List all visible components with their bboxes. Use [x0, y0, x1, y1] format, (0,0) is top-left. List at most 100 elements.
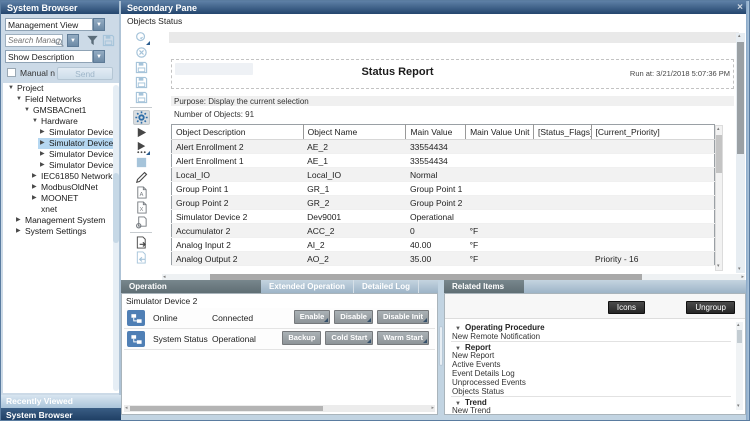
enable-button[interactable]: Enable: [294, 310, 331, 324]
tree-item-management-system[interactable]: ▶Management System: [3, 215, 119, 226]
report-scrollbar-thumb[interactable]: [737, 42, 744, 154]
related-items-scrollbar[interactable]: ▴ ▾: [736, 322, 743, 410]
tree-scrollbar-thumb[interactable]: [113, 173, 119, 243]
tree-item-hardware[interactable]: ▼Hardware: [3, 116, 119, 127]
scroll-down-icon[interactable]: ▾: [717, 264, 720, 269]
tree-expander-icon[interactable]: ▼: [16, 94, 25, 105]
related-item-new-trend[interactable]: New Trend: [451, 406, 731, 415]
tree-expander-icon[interactable]: ▶: [32, 182, 41, 193]
scroll-right-icon[interactable]: ▸: [431, 405, 434, 412]
warm-start-button[interactable]: Warm Start: [377, 331, 429, 345]
run-options-icon[interactable]: [133, 140, 150, 155]
related-group-operating-procedure[interactable]: ▼Operating Procedure: [451, 322, 731, 332]
related-items-circle-icon[interactable]: [133, 30, 150, 45]
related-item-new-report[interactable]: New Report: [451, 351, 731, 360]
report-row-simulator-device-2[interactable]: Simulator Device 2Dev9001Operational: [172, 210, 715, 224]
scroll-down-icon[interactable]: ▾: [737, 404, 740, 409]
secondary-pane-titlebar[interactable]: Secondary Pane ×: [121, 1, 750, 14]
tree-expander-icon[interactable]: ▶: [40, 160, 49, 171]
run-report-icon[interactable]: [133, 125, 150, 140]
tree-item-simulator-device-2[interactable]: ▶Simulator Device 2: [3, 138, 119, 149]
tree-item-simulator-device-50[interactable]: ▶Simulator Device 50: [3, 149, 119, 160]
table-scrollbar-thumb[interactable]: [716, 135, 722, 173]
tree-expander-icon[interactable]: ▶: [40, 127, 49, 138]
save-as-icon[interactable]: [133, 75, 150, 90]
stop-icon[interactable]: [133, 155, 150, 170]
management-view-dropdown-arrow-icon[interactable]: ▼: [93, 18, 105, 31]
report-row-analog-input-2[interactable]: Analog Input 2AI_240.00°F: [172, 238, 715, 252]
objects-status-tab[interactable]: Objects Status: [127, 16, 182, 26]
tree-expander-icon[interactable]: ▶: [16, 226, 25, 237]
report-row-alert-enrollment-1[interactable]: Alert Enrollment 1AE_133554434: [172, 154, 715, 168]
save-all-icon[interactable]: [133, 90, 150, 105]
operation-hscrollbar-thumb[interactable]: [130, 406, 323, 411]
tree-expander-icon[interactable]: ▼: [24, 105, 33, 116]
tree-item-modbusoldnet[interactable]: ▶ModbusOldNet: [3, 182, 119, 193]
tree-item-field-networks[interactable]: ▼Field Networks: [3, 94, 119, 105]
scroll-up-icon[interactable]: ▴: [738, 34, 741, 39]
icons-button[interactable]: Icons: [608, 301, 645, 314]
tree-expander-icon[interactable]: ▶: [32, 171, 41, 182]
recently-viewed-bar[interactable]: Recently Viewed: [1, 395, 121, 408]
related-item-unprocessed-events[interactable]: Unprocessed Events: [451, 378, 731, 387]
tree-item-iec61850-network1[interactable]: ▶IEC61850 Network1: [3, 171, 119, 182]
report-row-group-point-2[interactable]: Group Point 2GR_2Group Point 2: [172, 196, 715, 210]
show-description-dropdown[interactable]: Show Description: [5, 50, 93, 63]
disable-button[interactable]: Disable: [334, 310, 373, 324]
tab-related-items[interactable]: Related Items: [444, 280, 524, 293]
manual-checkbox[interactable]: [7, 68, 16, 77]
tree-item-moonet[interactable]: ▶MOONET: [3, 193, 119, 204]
related-items-scrollbar-thumb[interactable]: [737, 330, 742, 343]
related-item-new-remote-notification[interactable]: New Remote Notification: [451, 332, 731, 341]
save-filter-icon[interactable]: [102, 34, 115, 47]
cold-start-button[interactable]: Cold Start: [325, 331, 373, 345]
report-row-group-point-1[interactable]: Group Point 1GR_1Group Point 1: [172, 182, 715, 196]
related-item-active-events[interactable]: Active Events: [451, 360, 731, 369]
save-icon[interactable]: [133, 60, 150, 75]
related-group-report[interactable]: ▼Report: [451, 341, 731, 351]
system-browser-bottom-bar[interactable]: System Browser: [1, 408, 121, 421]
related-group-trend[interactable]: ▼Trend: [451, 396, 731, 406]
panel-splitter-handle[interactable]: [439, 326, 443, 366]
tree-item-gmsbacnet1[interactable]: ▼GMSBACnet1: [3, 105, 119, 116]
settings-gear-icon[interactable]: [133, 110, 150, 125]
ungroup-button[interactable]: Ungroup: [686, 301, 735, 314]
tree-item-simulator-device-1[interactable]: ▶Simulator Device 1: [3, 127, 119, 138]
tree-item-xnet[interactable]: xnet: [3, 204, 119, 215]
related-item-event-details-log[interactable]: Event Details Log: [451, 369, 731, 378]
report-vertical-scrollbar[interactable]: ▴ ▾: [736, 33, 745, 273]
send-button[interactable]: Send: [57, 67, 113, 80]
tab-operation[interactable]: Operation: [121, 280, 261, 293]
tree-item-simulator-device-100[interactable]: ▶Simulator Device 100: [3, 160, 119, 171]
cancel-icon[interactable]: [133, 45, 150, 60]
filter-funnel-icon[interactable]: [86, 34, 99, 47]
tab-extended-operation[interactable]: Extended Operation: [261, 280, 354, 293]
management-view-dropdown[interactable]: Management View: [5, 18, 93, 31]
scroll-up-icon[interactable]: ▴: [717, 127, 720, 132]
report-row-local-io[interactable]: Local_IOLocal_IONormal: [172, 168, 715, 182]
table-vertical-scrollbar[interactable]: ▴ ▾: [715, 125, 723, 271]
tree-expander-icon[interactable]: ▶: [40, 138, 49, 149]
scroll-up-icon[interactable]: ▴: [737, 323, 740, 328]
report-row-accumulator-2[interactable]: Accumulator 2ACC_20°F: [172, 224, 715, 238]
import-icon[interactable]: [133, 250, 150, 265]
report-row-analog-output-2[interactable]: Analog Output 2AO_235.00°FPriority - 16: [172, 252, 715, 266]
export-pdf-icon[interactable]: A: [133, 185, 150, 200]
system-browser-titlebar[interactable]: System Browser: [1, 1, 119, 14]
close-icon[interactable]: ×: [737, 1, 743, 14]
tree-item-project[interactable]: ▼Project: [3, 83, 119, 94]
report-row-alert-enrollment-2[interactable]: Alert Enrollment 2AE_233554434: [172, 140, 715, 154]
scroll-left-icon[interactable]: ◂: [125, 405, 128, 412]
edit-icon[interactable]: [133, 170, 150, 185]
show-description-dropdown-arrow-icon[interactable]: ▼: [93, 50, 105, 63]
backup-button[interactable]: Backup: [282, 331, 321, 345]
tree-expander-icon[interactable]: ▶: [32, 193, 41, 204]
page-setup-icon[interactable]: [133, 215, 150, 230]
export-icon[interactable]: [133, 235, 150, 250]
tree-expander-icon[interactable]: ▼: [8, 83, 17, 94]
search-dropdown-arrow-icon[interactable]: ▼: [67, 34, 79, 47]
tree-expander-icon[interactable]: ▶: [16, 215, 25, 226]
tree-expander-icon[interactable]: ▶: [40, 149, 49, 160]
tab-detailed-log[interactable]: Detailed Log: [354, 280, 419, 293]
disable-init-button[interactable]: Disable Init: [377, 310, 429, 324]
